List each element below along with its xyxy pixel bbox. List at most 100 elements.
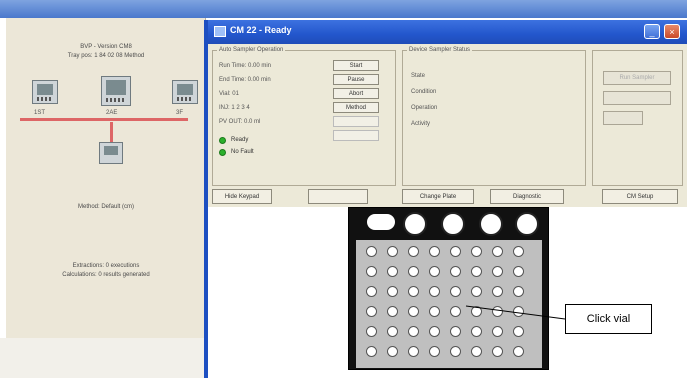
reagent-cap-1-icon[interactable] xyxy=(403,212,427,236)
instrument-status-line-2: Tray pos: 1 84 02 08 Method xyxy=(67,53,145,59)
method-button[interactable]: Method xyxy=(333,102,379,113)
vial-icon[interactable] xyxy=(513,346,524,357)
instrument-status-line-1: BVP - Version CM8 xyxy=(80,44,132,50)
module-1-label: 1ST xyxy=(34,110,46,116)
diagnostic-button[interactable]: Diagnostic xyxy=(490,189,564,204)
module-3-label: 3F xyxy=(176,110,184,116)
vial-icon[interactable] xyxy=(366,306,377,317)
run-time-label: Run Time: 0.00 min xyxy=(219,63,272,69)
vial-icon[interactable] xyxy=(429,266,440,277)
vial-label: Vial: 01 xyxy=(219,91,239,97)
vial-icon[interactable] xyxy=(408,326,419,337)
state-label: State xyxy=(411,73,426,79)
vial-icon[interactable] xyxy=(387,306,398,317)
change-plate-button[interactable]: Change Plate xyxy=(402,189,474,204)
sampler-action-button-3[interactable] xyxy=(603,111,643,125)
vial-icon[interactable] xyxy=(366,346,377,357)
vial-icon[interactable] xyxy=(513,286,524,297)
vial-icon[interactable] xyxy=(471,246,482,257)
pv-out-label: PV OUT: 0.0 ml xyxy=(219,119,261,125)
vial-icon[interactable] xyxy=(513,326,524,337)
no-fault-status: No Fault xyxy=(231,149,254,155)
vial-icon[interactable] xyxy=(450,266,461,277)
reagent-cap-3-icon[interactable] xyxy=(479,212,503,236)
vial-icon[interactable] xyxy=(492,346,503,357)
app-icon xyxy=(214,26,226,37)
vial-icon[interactable] xyxy=(429,246,440,257)
operation-label: Operation xyxy=(411,105,438,111)
vial-icon[interactable] xyxy=(429,346,440,357)
vial-icon[interactable] xyxy=(513,266,524,277)
cm-control-panel: Auto Sampler Operation Run Time: 0.00 mi… xyxy=(208,44,687,207)
vial-icon[interactable] xyxy=(513,246,524,257)
background-footer xyxy=(0,338,206,378)
auto-sampler-group: Auto Sampler Operation Run Time: 0.00 mi… xyxy=(212,47,396,186)
vial-icon[interactable] xyxy=(408,246,419,257)
extraction-line-1: Extractions: 0 executions xyxy=(72,263,140,269)
vial-icon[interactable] xyxy=(366,246,377,257)
vial-icon[interactable] xyxy=(492,326,503,337)
module-bus-line xyxy=(20,118,188,121)
vial-grid xyxy=(356,240,542,368)
vial-icon[interactable] xyxy=(387,266,398,277)
abort-button[interactable]: Abort xyxy=(333,88,379,99)
vial-icon[interactable] xyxy=(366,326,377,337)
vial-icon[interactable] xyxy=(450,286,461,297)
vial-icon[interactable] xyxy=(366,286,377,297)
vial-icon[interactable] xyxy=(471,346,482,357)
module-1-icon[interactable] xyxy=(32,80,58,104)
reagent-cap-4-icon[interactable] xyxy=(515,212,539,236)
vial-icon[interactable] xyxy=(492,286,503,297)
vial-icon[interactable] xyxy=(450,246,461,257)
vial-icon[interactable] xyxy=(429,286,440,297)
no-fault-led-icon xyxy=(219,149,226,156)
background-panel: BVP - Version CM8 Tray pos: 1 84 02 08 M… xyxy=(6,18,206,338)
vial-icon[interactable] xyxy=(492,246,503,257)
close-button[interactable]: × xyxy=(664,24,680,39)
vial-icon[interactable] xyxy=(471,326,482,337)
hide-keypad-button[interactable]: Hide Keypad xyxy=(212,189,272,204)
vial-icon[interactable] xyxy=(471,266,482,277)
vial-icon[interactable] xyxy=(492,266,503,277)
disabled-button[interactable] xyxy=(333,116,379,127)
vial-icon[interactable] xyxy=(387,286,398,297)
cm-titlebar[interactable]: CM 22 - Ready _ × xyxy=(208,20,687,44)
vial-icon[interactable] xyxy=(366,266,377,277)
minimize-button[interactable]: _ xyxy=(644,24,660,39)
device-sampler-group-label: Device Sampler Status xyxy=(407,47,473,53)
vial-icon[interactable] xyxy=(387,346,398,357)
vial-icon[interactable] xyxy=(471,286,482,297)
vial-icon[interactable] xyxy=(471,306,482,317)
run-sampler-button[interactable]: Run Sampler xyxy=(603,71,671,85)
vial-icon[interactable] xyxy=(450,306,461,317)
vial-icon[interactable] xyxy=(408,266,419,277)
pump-module-icon[interactable] xyxy=(99,142,123,164)
click-vial-callout: Click vial xyxy=(565,304,652,334)
end-time-label: End Time: 0.00 min xyxy=(219,77,271,83)
disabled-button-2[interactable] xyxy=(333,130,379,141)
vial-icon[interactable] xyxy=(429,326,440,337)
vial-icon[interactable] xyxy=(387,246,398,257)
tray-cap-pill-icon[interactable] xyxy=(367,214,395,230)
injection-label: INJ: 1 2 3 4 xyxy=(219,105,250,111)
vial-icon[interactable] xyxy=(492,306,503,317)
cm-setup-button[interactable]: CM Setup xyxy=(602,189,678,204)
vial-icon[interactable] xyxy=(429,306,440,317)
module-3-icon[interactable] xyxy=(172,80,198,104)
start-button[interactable]: Start xyxy=(333,60,379,71)
reagent-cap-2-icon[interactable] xyxy=(441,212,465,236)
vial-icon[interactable] xyxy=(408,286,419,297)
vial-icon[interactable] xyxy=(408,346,419,357)
vial-icon[interactable] xyxy=(387,326,398,337)
vial-tray-popup[interactable] xyxy=(348,207,549,370)
vial-icon[interactable] xyxy=(450,346,461,357)
vial-icon[interactable] xyxy=(513,306,524,317)
blank-button[interactable] xyxy=(308,189,368,204)
activity-label: Activity xyxy=(411,121,431,127)
module-2-icon[interactable] xyxy=(101,76,131,106)
vial-icon[interactable] xyxy=(450,326,461,337)
auto-sampler-group-label: Auto Sampler Operation xyxy=(217,47,286,53)
sampler-action-button-2[interactable] xyxy=(603,91,671,105)
pause-button[interactable]: Pause xyxy=(333,74,379,85)
vial-icon[interactable] xyxy=(408,306,419,317)
